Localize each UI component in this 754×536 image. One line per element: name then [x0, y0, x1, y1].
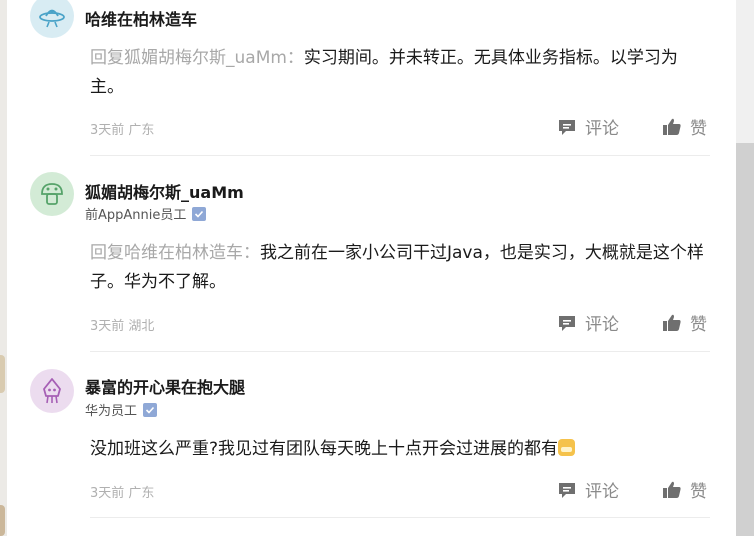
like-button[interactable]: 赞 — [662, 310, 707, 335]
comment-label: 评论 — [585, 482, 619, 502]
user-title-text: 华为员工 — [85, 404, 138, 419]
user-title: 前AppAnnie员工 — [85, 204, 207, 223]
like-button[interactable]: 赞 — [662, 114, 707, 139]
like-label: 赞 — [690, 482, 707, 502]
comment-button[interactable]: 评论 — [557, 477, 619, 502]
user-title-text: 前AppAnnie员工 — [85, 208, 187, 223]
reply-prefix[interactable]: 回复狐媚胡梅尔斯_uaMm： — [90, 48, 304, 68]
comment-text: 回复狐媚胡梅尔斯_uaMm：实习期间。并未转正。无具体业务指标。以学习为主。 — [90, 44, 710, 102]
thumbs-up-icon — [663, 314, 681, 331]
comment-icon — [559, 119, 575, 135]
avatar[interactable] — [30, 369, 74, 413]
thumbs-up-icon — [663, 481, 681, 498]
comment-body: 没加班这么严重?我见过有团队每天晚上十点开会过进展的都有 — [90, 439, 559, 459]
like-label: 赞 — [690, 119, 707, 139]
username[interactable]: 哈维在柏林造车 — [85, 6, 197, 30]
avatar[interactable] — [30, 0, 74, 38]
username[interactable]: 狐媚胡梅尔斯_uaMm — [85, 179, 244, 203]
edge-decoration — [0, 505, 5, 536]
mushroom-icon — [41, 183, 63, 205]
verified-icon — [143, 402, 158, 417]
thumbs-up-icon — [663, 118, 681, 135]
comment-button[interactable]: 评论 — [557, 114, 619, 139]
divider — [90, 155, 710, 156]
like-label: 赞 — [690, 315, 707, 335]
squid-icon — [43, 378, 61, 404]
comment-label: 评论 — [585, 315, 619, 335]
left-page-edge — [0, 0, 7, 536]
comment-icon — [559, 315, 575, 331]
reply-prefix[interactable]: 回复哈维在柏林造车： — [90, 243, 260, 263]
time-location: 3天前 广东 — [90, 123, 155, 138]
avatar[interactable] — [30, 172, 74, 216]
comment-text: 没加班这么严重?我见过有团队每天晚上十点开会过进展的都有 — [90, 435, 710, 464]
comment-label: 评论 — [585, 119, 619, 139]
divider — [90, 517, 710, 518]
like-button[interactable]: 赞 — [662, 477, 707, 502]
divider — [90, 351, 710, 352]
time-location: 3天前 广东 — [90, 486, 155, 501]
verified-icon — [192, 206, 207, 221]
grin-emoji-icon — [558, 439, 576, 456]
user-title: 华为员工 — [85, 400, 158, 419]
comment-item: 哈维在柏林造车 回复狐媚胡梅尔斯_uaMm：实习期间。并未转正。无具体业务指标。… — [30, 0, 710, 156]
comment-text: 回复哈维在柏林造车：我之前在一家小公司干过Java，也是实习，大概就是这个样子。… — [90, 239, 710, 297]
username[interactable]: 暴富的开心果在抱大腿 — [85, 374, 245, 398]
edge-decoration — [0, 355, 5, 393]
time-location: 3天前 湖北 — [90, 319, 155, 334]
scrollbar-thumb[interactable] — [736, 143, 754, 536]
comment-icon — [559, 482, 575, 498]
scrollbar-track[interactable] — [736, 0, 754, 536]
ufo-icon — [39, 9, 65, 28]
comment-button[interactable]: 评论 — [557, 310, 619, 335]
comment-item: 狐媚胡梅尔斯_uaMm 前AppAnnie员工 回复哈维在柏林造车：我之前在一家… — [30, 172, 710, 352]
comment-item: 暴富的开心果在抱大腿 华为员工 没加班这么严重?我见过有团队每天晚上十点开会过进… — [30, 369, 710, 529]
